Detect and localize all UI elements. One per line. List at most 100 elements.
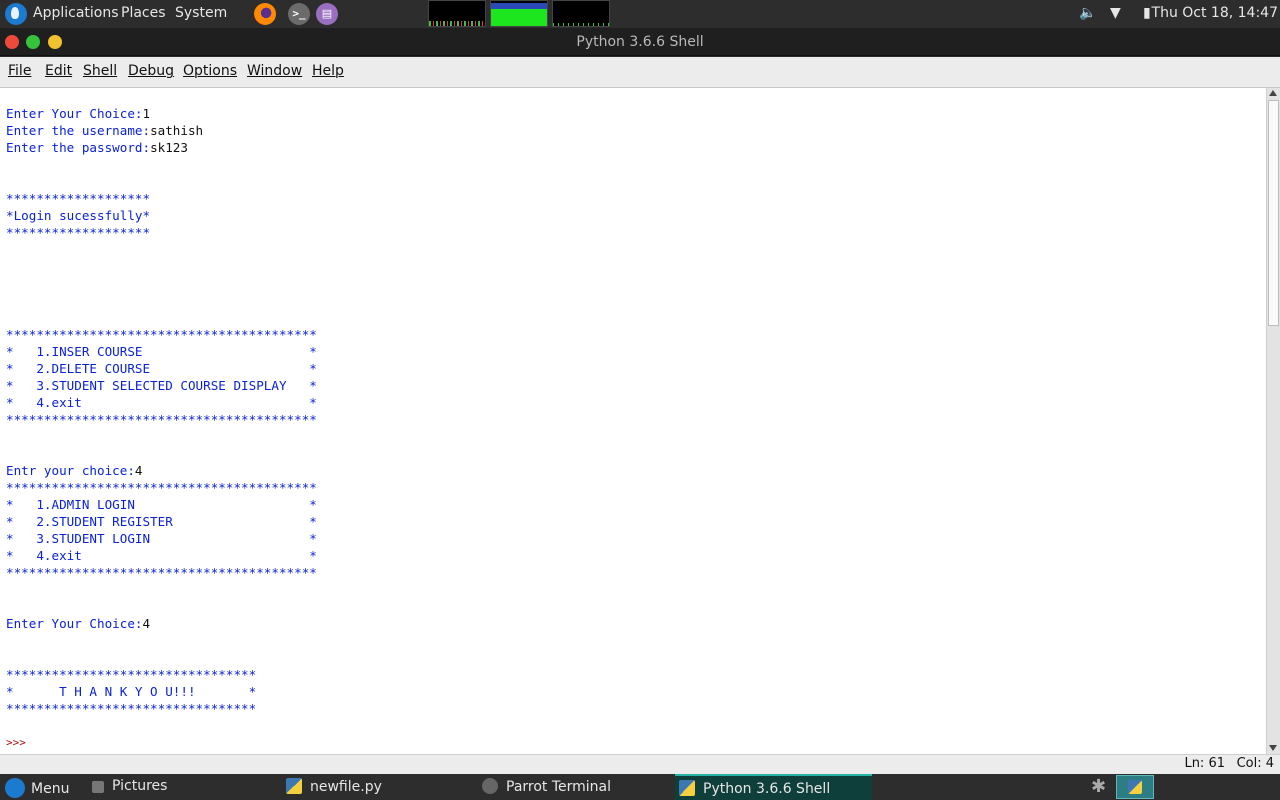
shell-line-output: ****************************************…: [6, 565, 317, 580]
shell-line-output: * 2.STUDENT REGISTER *: [6, 514, 317, 529]
top-panel: Applications Places System >_ ▤ 🔈 ▼ ▮ Th…: [0, 0, 1280, 28]
shell-line-output: Enter the password:: [6, 140, 151, 155]
shell-line-output: *********************************: [6, 667, 257, 682]
wifi-icon[interactable]: ▼: [1110, 5, 1121, 21]
shell-line-output: *******************: [6, 191, 151, 206]
scroll-down-arrow-icon[interactable]: [1269, 745, 1277, 751]
shell-line-output: Enter Your Choice:: [6, 616, 143, 631]
clock[interactable]: Thu Oct 18, 14:47: [1152, 5, 1278, 21]
taskbar-menu-button[interactable]: Menu: [5, 774, 69, 800]
taskbar-pictures[interactable]: Pictures: [92, 774, 167, 800]
taskbar-terminal[interactable]: Parrot Terminal: [482, 774, 611, 800]
taskbar-terminal-label: Parrot Terminal: [506, 779, 612, 795]
shell-line: ****************************************…: [6, 327, 317, 342]
shell-line: * 1.ADMIN LOGIN *: [6, 497, 317, 512]
shell-line-output: ****************************************…: [6, 412, 317, 427]
network-monitor[interactable]: [552, 0, 610, 27]
window-titlebar[interactable]: Python 3.6.6 Shell: [0, 28, 1280, 56]
taskbar-python-shell-label: Python 3.6.6 Shell: [703, 781, 831, 797]
terminal-icon: [482, 778, 498, 794]
shell-line-input: sathish: [150, 123, 204, 138]
menu-shell[interactable]: Shell: [83, 63, 117, 79]
shell-line-output: Enter the username:: [6, 123, 151, 138]
window-title: Python 3.6.6 Shell: [576, 34, 704, 50]
shell-line: * 2.STUDENT REGISTER *: [6, 514, 317, 529]
menu-bar: File Edit Shell Debug Options Window Hel…: [0, 57, 1280, 88]
taskbar-python-shell[interactable]: Python 3.6.6 Shell: [675, 774, 872, 800]
shell-line: * 2.DELETE COURSE *: [6, 361, 317, 376]
shell-prompt: >>>: [6, 736, 26, 749]
shell-line-output: * 1.ADMIN LOGIN *: [6, 497, 317, 512]
shell-line: *******************: [6, 225, 150, 240]
scrollbar-thumb[interactable]: [1268, 100, 1279, 326]
battery-icon[interactable]: ▮: [1143, 5, 1151, 21]
shell-line-output: Entr your choice:: [6, 463, 135, 478]
shell-line-input: 1: [142, 106, 151, 121]
python-file-icon: [286, 778, 302, 794]
shell-line-output: * 4.exit *: [6, 395, 317, 410]
shell-line: Enter the password:sk123: [6, 140, 188, 155]
terminal-icon[interactable]: >_: [288, 3, 310, 25]
shell-line: * 3.STUDENT SELECTED COURSE DISPLAY *: [6, 378, 317, 393]
shell-line: ****************************************…: [6, 412, 317, 427]
vertical-scrollbar[interactable]: [1266, 88, 1280, 754]
python-icon: [679, 780, 695, 796]
volume-icon[interactable]: 🔈: [1079, 5, 1096, 21]
shell-line: * 4.exit *: [6, 548, 317, 563]
shell-line: *Login sucessfully*: [6, 208, 150, 223]
taskbar: Menu Pictures newfile.py Parrot Terminal…: [0, 774, 1280, 800]
shell-line-output: * 1.INSER COURSE *: [6, 344, 317, 359]
text-editor-icon[interactable]: ▤: [316, 3, 338, 25]
applications-menu[interactable]: Applications: [33, 5, 119, 21]
status-bar: Ln: 61 Col: 4: [0, 754, 1280, 774]
places-menu[interactable]: Places: [121, 5, 166, 21]
taskbar-pictures-label: Pictures: [112, 778, 168, 794]
shell-line: Enter Your Choice:1: [6, 106, 150, 121]
asterisk-icon[interactable]: ✱: [1091, 776, 1106, 797]
taskbar-newfile-label: newfile.py: [310, 779, 382, 795]
scroll-up-arrow-icon[interactable]: [1269, 90, 1277, 96]
shell-line-output: * 2.DELETE COURSE *: [6, 361, 317, 376]
shell-line: *********************************: [6, 667, 256, 682]
shell-line-output: *******************: [6, 225, 151, 240]
shell-line-output: Enter Your Choice:: [6, 106, 143, 121]
parrot-menu-icon: [5, 778, 25, 798]
firefox-icon[interactable]: [254, 3, 276, 25]
folder-icon: [92, 781, 104, 793]
shell-output: Enter Your Choice:1 Enter the username:s…: [6, 105, 317, 717]
shell-line-output: *Login sucessfully*: [6, 208, 151, 223]
shell-line-output: ****************************************…: [6, 327, 317, 342]
parrot-logo-icon[interactable]: [5, 3, 27, 25]
menu-help[interactable]: Help: [312, 63, 344, 79]
shell-line: * 3.STUDENT LOGIN *: [6, 531, 317, 546]
shell-line: ****************************************…: [6, 565, 317, 580]
menu-options[interactable]: Options: [183, 63, 237, 79]
shell-line-output: * 3.STUDENT LOGIN *: [6, 531, 317, 546]
shell-line: ****************************************…: [6, 480, 317, 495]
menu-file[interactable]: File: [8, 63, 31, 79]
shell-line: Entr your choice:4: [6, 463, 143, 478]
menu-window[interactable]: Window: [247, 63, 302, 79]
column-number: Col: 4: [1236, 756, 1274, 771]
shell-line: * 4.exit *: [6, 395, 317, 410]
shell-line: *******************: [6, 191, 150, 206]
system-menu[interactable]: System: [175, 5, 227, 21]
shell-line-input: sk123: [150, 140, 188, 155]
python-tray-icon[interactable]: [1116, 775, 1154, 799]
shell-text-area[interactable]: Enter Your Choice:1 Enter the username:s…: [0, 88, 1266, 754]
shell-line-input: 4: [142, 616, 151, 631]
menu-debug[interactable]: Debug: [128, 63, 174, 79]
taskbar-menu-label: Menu: [31, 781, 70, 797]
taskbar-newfile[interactable]: newfile.py: [286, 774, 382, 800]
cpu-monitor[interactable]: [428, 0, 486, 27]
shell-line-output: * T H A N K Y O U!!! *: [6, 684, 257, 699]
menu-edit[interactable]: Edit: [45, 63, 72, 79]
shell-line-output: * 4.exit *: [6, 548, 317, 563]
shell-line: Enter the username:sathish: [6, 123, 203, 138]
shell-line-output: ****************************************…: [6, 480, 317, 495]
line-number: Ln: 61: [1184, 756, 1225, 771]
shell-line: * 1.INSER COURSE *: [6, 344, 317, 359]
memory-monitor[interactable]: [490, 0, 548, 27]
shell-line: Enter Your Choice:4: [6, 616, 150, 631]
shell-line-input: 4: [134, 463, 143, 478]
